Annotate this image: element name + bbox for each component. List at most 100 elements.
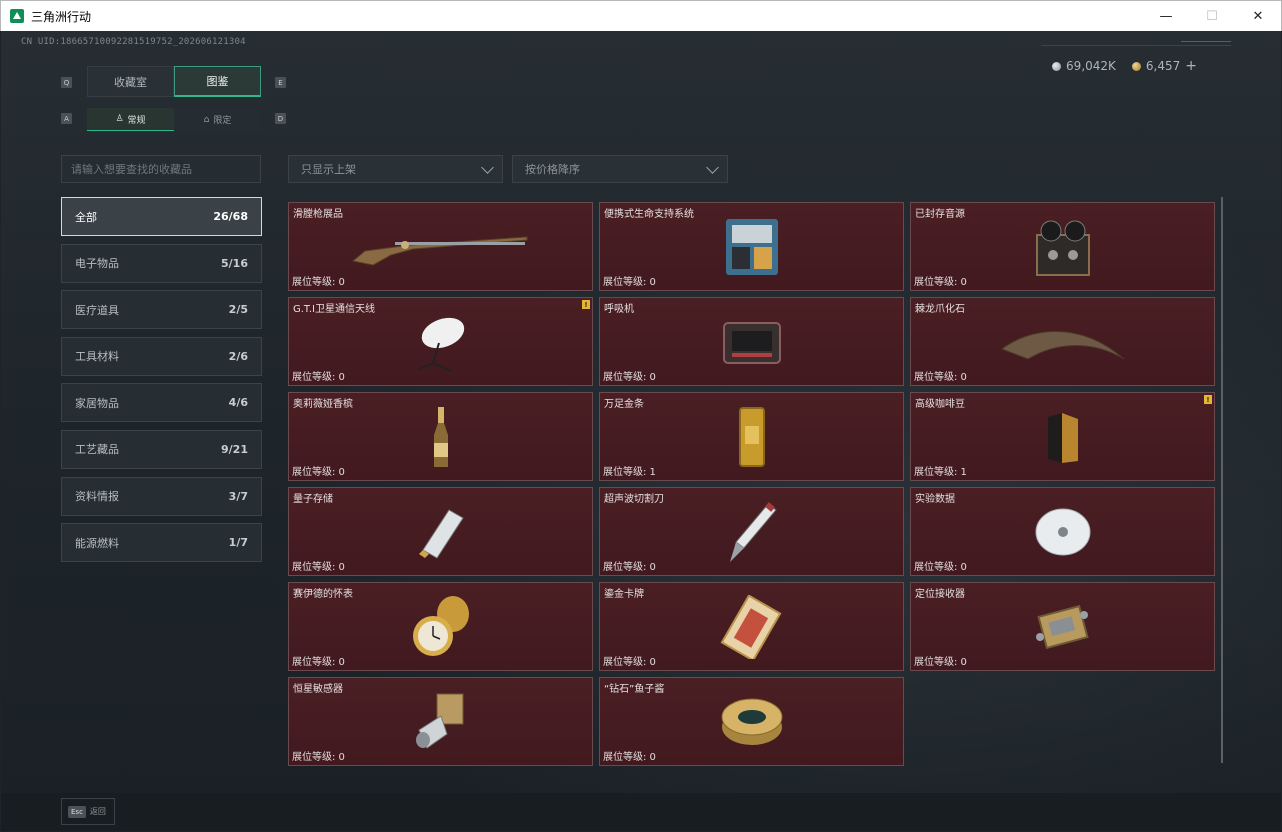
category-label: 工艺藏品	[75, 443, 119, 457]
window-title: 三角洲行动	[31, 9, 92, 24]
category-count: 1/7	[228, 536, 248, 550]
category-energy[interactable]: 能源燃料 1/7	[61, 523, 262, 563]
item-level: 展位等级: 0	[603, 277, 656, 288]
coffee-bag-icon	[1047, 412, 1078, 463]
close-button[interactable]: ✕	[1235, 1, 1281, 32]
gold-bar-icon	[738, 406, 765, 467]
subtab-limited[interactable]: ⌂ 限定	[174, 108, 261, 131]
star-sensor-icon	[415, 693, 463, 749]
gold-amount: 6,457	[1145, 59, 1181, 73]
alert-badge: !	[1204, 395, 1212, 404]
item-card[interactable]: 棘龙爪化石 展位等级: 0	[910, 297, 1215, 386]
category-intel[interactable]: 资料情报 3/7	[61, 476, 262, 516]
category-count: 9/21	[221, 442, 248, 456]
item-level: 展位等级: 0	[292, 467, 345, 478]
key-hint-d: D	[275, 113, 286, 124]
search-input[interactable]: 请输入想要查找的收藏品	[61, 155, 261, 183]
item-name: 高级咖啡豆	[915, 399, 965, 410]
item-name: 恒星敏感器	[293, 684, 343, 695]
show-filter-value: 只显示上架	[301, 163, 356, 176]
category-medical[interactable]: 医疗道具 2/5	[61, 290, 262, 330]
item-name: 赛伊德的怀表	[293, 589, 353, 600]
gold-coin-icon	[1131, 61, 1141, 71]
item-card[interactable]: 呼吸机 展位等级: 0	[599, 297, 904, 386]
tab-catalog[interactable]: 图鉴	[174, 66, 261, 97]
musket-icon	[351, 235, 527, 266]
esc-key-hint: Esc	[68, 805, 86, 818]
back-label: 返回	[89, 807, 106, 816]
minimize-button[interactable]: —	[1143, 1, 1189, 32]
item-level: 展位等级: 0	[292, 277, 345, 288]
player-uid: CN UID:18665710092281519752_202606121304	[21, 37, 246, 47]
grid-scrollbar[interactable]	[1221, 197, 1223, 763]
show-filter-dropdown[interactable]: 只显示上架	[288, 155, 503, 183]
item-name: 超声波切割刀	[604, 494, 664, 505]
item-name: “钻石”鱼子酱	[604, 684, 665, 695]
sort-value: 按价格降序	[525, 163, 580, 176]
champagne-bottle-icon	[433, 406, 448, 467]
item-card[interactable]: 定位接收器 展位等级: 0	[910, 582, 1215, 671]
subtab-limited-label: 限定	[213, 116, 232, 126]
back-button[interactable]: Esc 返回	[61, 798, 115, 825]
item-level: 展位等级: 0	[603, 562, 656, 573]
regular-icon: ♙	[115, 114, 124, 124]
maximize-button[interactable]: ☐	[1189, 1, 1235, 32]
window-titlebar: 三角洲行动 — ☐ ✕	[0, 0, 1282, 31]
item-name: 定位接收器	[915, 589, 965, 600]
item-card[interactable]: 便携式生命支持系统 展位等级: 0	[599, 202, 904, 291]
window-controls: — ☐ ✕	[1143, 1, 1281, 32]
item-card[interactable]: 滑膛枪展品 展位等级: 0	[288, 202, 593, 291]
item-level: 展位等级: 0	[603, 372, 656, 383]
key-hint-q: Q	[61, 77, 72, 88]
data-disc-icon	[1035, 508, 1090, 555]
item-level: 展位等级: 0	[292, 657, 345, 668]
collectible-grid: 滑膛枪展品 展位等级: 0 便携式生命支持系统 展位等级: 0 已封存音源 展位…	[288, 202, 1215, 766]
item-card[interactable]: 鎏金卡牌 展位等级: 0	[599, 582, 904, 671]
sort-dropdown[interactable]: 按价格降序	[512, 155, 728, 183]
tab-collection-room[interactable]: 收藏室	[87, 66, 174, 97]
item-level: 展位等级: 1	[914, 467, 967, 478]
item-name: G.T.I卫星通信天线	[293, 304, 375, 315]
category-count: 5/16	[221, 256, 248, 270]
item-card[interactable]: 量子存储 展位等级: 0	[288, 487, 593, 576]
subtab-regular[interactable]: ♙ 常规	[87, 108, 174, 131]
limited-icon: ⌂	[203, 114, 210, 125]
chevron-down-icon	[706, 161, 719, 174]
item-card[interactable]: 恒星敏感器 展位等级: 0	[288, 677, 593, 766]
category-electronics[interactable]: 电子物品 5/16	[61, 243, 262, 283]
item-name: 已封存音源	[915, 209, 965, 220]
category-crafts[interactable]: 工艺藏品 9/21	[61, 429, 262, 469]
ultrasonic-knife-icon	[729, 501, 777, 562]
pocket-watch-icon	[412, 595, 469, 656]
category-count: 2/5	[228, 303, 248, 317]
item-level: 展位等级: 0	[914, 657, 967, 668]
category-label: 医疗道具	[75, 303, 119, 317]
caviar-tin-icon	[721, 698, 782, 745]
item-card[interactable]: 赛伊德的怀表 展位等级: 0	[288, 582, 593, 671]
category-list: 全部 26/68 电子物品 5/16 医疗道具 2/5 工具材料 2/6 家居物…	[61, 197, 262, 570]
claw-fossil-icon	[1000, 330, 1124, 360]
currency-bar: 69,042K 6,457 +	[1052, 58, 1197, 74]
category-label: 工具材料	[75, 350, 119, 364]
subtab-regular-label: 常规	[127, 115, 146, 126]
item-level: 展位等级: 0	[914, 372, 967, 383]
item-card[interactable]: 万足金条 展位等级: 1	[599, 392, 904, 481]
category-household[interactable]: 家居物品 4/6	[61, 383, 262, 423]
category-all[interactable]: 全部 26/68	[61, 197, 262, 236]
item-card[interactable]: 奥莉薇娅香槟 展位等级: 0	[288, 392, 593, 481]
add-currency-button[interactable]: +	[1185, 58, 1197, 74]
item-card[interactable]: “钻石”鱼子酱 展位等级: 0	[599, 677, 904, 766]
item-card[interactable]: 已封存音源 展位等级: 0	[910, 202, 1215, 291]
item-name: 便携式生命支持系统	[604, 209, 694, 220]
category-label: 资料情报	[75, 490, 119, 504]
item-name: 呼吸机	[604, 304, 634, 315]
item-card[interactable]: 实验数据 展位等级: 0	[910, 487, 1215, 576]
item-card[interactable]: 高级咖啡豆 ! 展位等级: 1	[910, 392, 1215, 481]
item-name: 鎏金卡牌	[604, 589, 644, 600]
sub-tabs: ♙ 常规 ⌂ 限定	[87, 108, 261, 131]
item-card[interactable]: G.T.I卫星通信天线 ! 展位等级: 0	[288, 297, 593, 386]
item-card[interactable]: 超声波切割刀 展位等级: 0	[599, 487, 904, 576]
category-tools[interactable]: 工具材料 2/6	[61, 336, 262, 376]
silver-coin-icon	[1052, 61, 1062, 71]
footer-bar: Esc 返回	[1, 793, 1281, 831]
